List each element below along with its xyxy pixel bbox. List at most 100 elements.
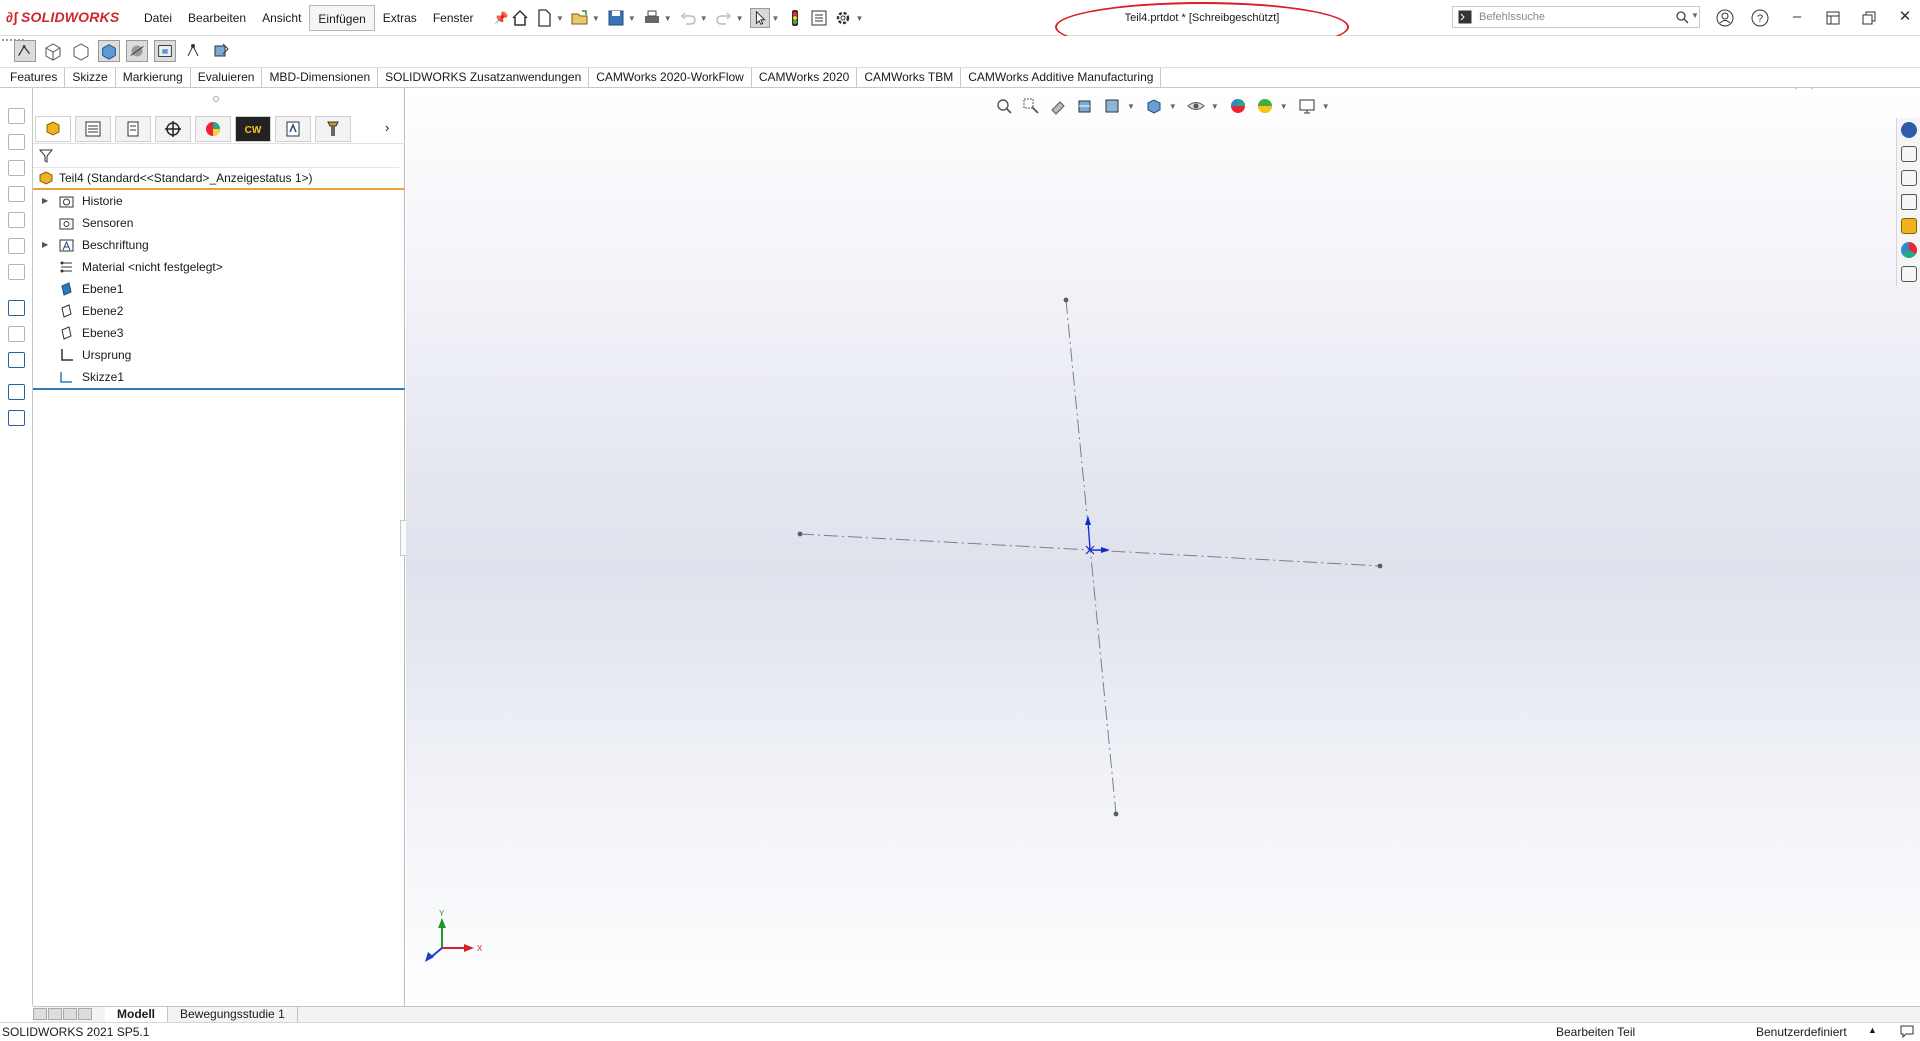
menu-extras[interactable]: Extras (375, 5, 425, 31)
strip-tool-icon[interactable] (8, 238, 25, 254)
help-chat-icon[interactable] (1899, 1024, 1915, 1041)
tree-item-ebene3[interactable]: Ebene3 (33, 322, 405, 344)
camworks-tool-tree-tab-icon[interactable] (315, 116, 351, 142)
minimize-icon[interactable]: – (1785, 6, 1809, 30)
units-up-arrow-icon[interactable]: ▲ (1868, 1025, 1877, 1035)
tree-item-historie[interactable]: ▶ Historie (33, 190, 405, 212)
panel-splitter-handle[interactable] (213, 96, 219, 102)
tree-item-sensoren[interactable]: Sensoren (33, 212, 405, 234)
tab-modell[interactable]: Modell (105, 1006, 168, 1023)
section-view-icon[interactable] (210, 40, 232, 62)
strip-tool-icon[interactable] (8, 160, 25, 176)
hidden-lines-icon[interactable] (70, 40, 92, 62)
sketch-origin-icon[interactable] (1085, 516, 1110, 555)
strip-tool-icon[interactable] (8, 186, 25, 202)
menu-fenster[interactable]: Fenster (425, 5, 482, 31)
vertical-centerline[interactable] (1065, 299, 1117, 815)
tab-features[interactable]: Features (0, 68, 66, 88)
tab-first-icon[interactable] (33, 1007, 47, 1020)
tab-camworks-tbm[interactable]: CAMWorks TBM (857, 68, 962, 88)
graphics-area[interactable]: ▼ ▼ ▼ ▼ ▼ 〈 〉 ▣ ✕ (406, 88, 1920, 1006)
command-search-input[interactable]: Befehlssuche ▼ (1452, 6, 1700, 28)
tree-item-material[interactable]: Material <nicht festgelegt> (33, 256, 405, 278)
tab-solidworks-zusatzanwendungen[interactable]: SOLIDWORKS Zusatzanwendungen (378, 68, 590, 88)
undo-dropdown-icon[interactable]: ▼ (700, 14, 708, 23)
strip-tool-icon[interactable] (8, 326, 25, 342)
home-icon[interactable] (510, 8, 530, 28)
tab-camworks-workflow[interactable]: CAMWorks 2020-WorkFlow (589, 68, 752, 88)
tab-camworks-additive[interactable]: CAMWorks Additive Manufacturing (961, 68, 1162, 88)
tab-evaluieren[interactable]: Evaluieren (191, 68, 263, 88)
shaded-icon[interactable] (98, 40, 120, 62)
strip-tool-icon[interactable] (8, 134, 25, 150)
strip-copy-tool-icon[interactable] (8, 384, 25, 400)
print-dropdown-icon[interactable]: ▼ (664, 14, 672, 23)
tab-last-icon[interactable] (78, 1007, 92, 1020)
reference-triad[interactable]: Y X (425, 909, 483, 962)
strip-select-tool-icon[interactable] (8, 300, 25, 316)
help-icon[interactable]: ? (1748, 6, 1772, 30)
save-dropdown-icon[interactable]: ▼ (628, 14, 636, 23)
tab-next-icon[interactable] (63, 1007, 77, 1020)
solidworks-logo[interactable]: ∂ʃ SOLIDWORKS (6, 9, 119, 25)
tree-filter[interactable] (33, 144, 399, 168)
redo-icon[interactable] (714, 8, 734, 28)
tree-item-beschriftung[interactable]: ▶ Beschriftung (33, 234, 405, 256)
save-icon[interactable] (606, 8, 626, 28)
menu-ansicht[interactable]: Ansicht (254, 5, 309, 31)
open-dropdown-icon[interactable]: ▼ (592, 14, 600, 23)
strip-tool-icon[interactable] (8, 212, 25, 228)
status-units[interactable]: Benutzerdefiniert (1756, 1025, 1847, 1039)
tree-item-skizze1[interactable]: Skizze1 (33, 366, 405, 388)
restore-icon[interactable] (1857, 6, 1881, 30)
search-icon[interactable] (1675, 10, 1689, 24)
close-icon[interactable]: ✕ (1893, 6, 1917, 30)
sketch-mode-icon[interactable] (14, 40, 36, 62)
strip-tool-icon[interactable] (8, 264, 25, 280)
smart-dimension-icon[interactable] (182, 40, 204, 62)
tree-item-ursprung[interactable]: Ursprung (33, 344, 405, 366)
camworks-operation-tree-tab-icon[interactable] (275, 116, 311, 142)
select-icon[interactable] (749, 8, 770, 28)
select-dropdown-icon[interactable]: ▼ (772, 14, 780, 23)
view-orientation-icon[interactable] (126, 40, 148, 62)
tab-markierung[interactable]: Markierung (116, 68, 191, 88)
user-account-icon[interactable] (1713, 6, 1737, 30)
search-dropdown-icon[interactable]: ▼ (1691, 11, 1699, 20)
strip-tool-icon[interactable] (8, 108, 25, 124)
menu-datei[interactable]: Datei (136, 5, 180, 31)
chevron-right-icon[interactable]: › (385, 120, 389, 135)
strip-paste-tool-icon[interactable] (8, 410, 25, 426)
filter-icon[interactable] (39, 149, 53, 163)
tree-item-ebene2[interactable]: Ebene2 (33, 300, 405, 322)
wireframe-icon[interactable] (42, 40, 64, 62)
configuration-manager-tab-icon[interactable] (115, 116, 151, 142)
tree-item-ebene1[interactable]: Ebene1 (33, 278, 405, 300)
strip-display-tool-icon[interactable] (8, 352, 25, 368)
redo-dropdown-icon[interactable]: ▼ (736, 14, 744, 23)
sketch-canvas[interactable]: Y X (406, 88, 1920, 1006)
display-manager-tab-icon[interactable] (195, 116, 231, 142)
rebuild-icon[interactable] (785, 8, 805, 28)
tab-skizze[interactable]: Skizze (65, 68, 116, 88)
menu-bearbeiten[interactable]: Bearbeiten (180, 5, 254, 31)
tree-root-part[interactable]: Teil4 (Standard<<Standard>_Anzeigestatus… (33, 168, 405, 190)
new-dropdown-icon[interactable]: ▼ (556, 14, 564, 23)
camworks-feature-tree-tab-icon[interactable]: CW (235, 116, 271, 142)
display-style-icon[interactable] (154, 40, 176, 62)
menu-einfuegen[interactable]: Einfügen (309, 5, 375, 31)
line-endpoint[interactable] (1113, 811, 1119, 817)
tab-prev-icon[interactable] (48, 1007, 62, 1020)
tile-windows-icon[interactable] (1821, 6, 1845, 30)
rollback-bar[interactable] (33, 388, 405, 390)
file-properties-icon[interactable] (809, 8, 829, 28)
line-endpoint[interactable] (1377, 563, 1383, 569)
expand-arrow-icon[interactable]: ▶ (42, 190, 48, 212)
line-endpoint[interactable] (797, 531, 803, 537)
dimxpert-tab-icon[interactable] (155, 116, 191, 142)
tab-mbd-dimensionen[interactable]: MBD-Dimensionen (262, 68, 379, 88)
tab-bewegungsstudie[interactable]: Bewegungsstudie 1 (168, 1006, 298, 1023)
feature-tree-tab-icon[interactable] (35, 116, 71, 142)
expand-arrow-icon[interactable]: ▶ (42, 234, 48, 256)
undo-icon[interactable] (678, 8, 698, 28)
